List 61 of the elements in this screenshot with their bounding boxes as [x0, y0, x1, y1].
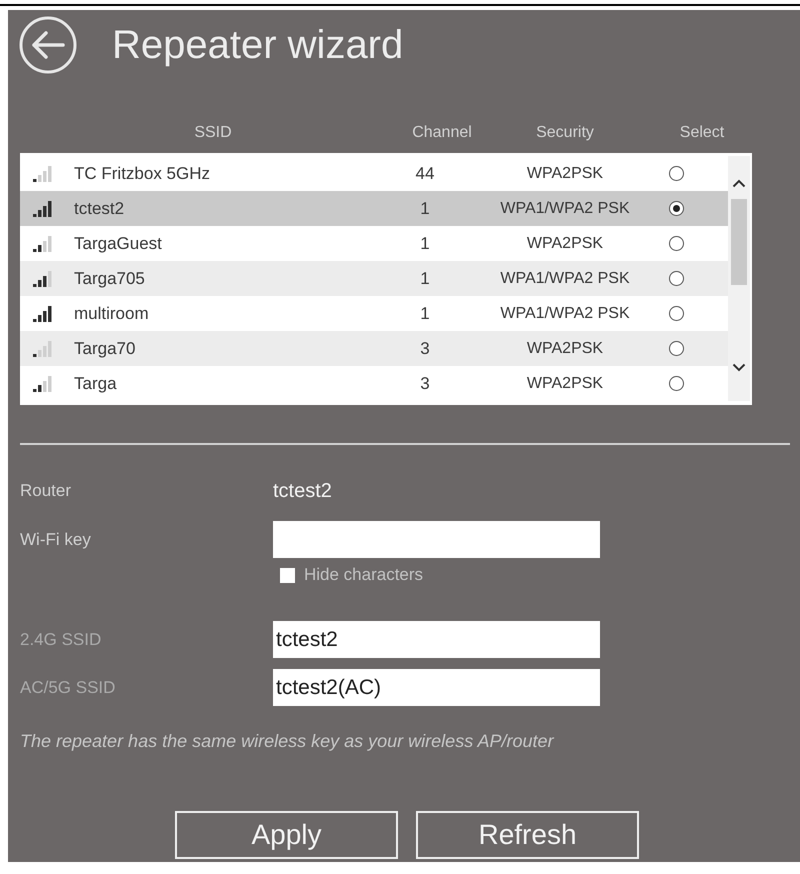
- note-text: The repeater has the same wireless key as your wireless AP/router: [20, 730, 554, 753]
- network-row[interactable]: tctest2 1 WPA1/WPA2 PSK: [20, 191, 728, 226]
- column-header: Channel: [412, 123, 472, 143]
- channel-number: 1: [420, 302, 430, 325]
- column-header: Select: [680, 123, 724, 143]
- action-button[interactable]: Apply: [175, 811, 398, 859]
- security-type: WPA2PSK: [526, 234, 604, 254]
- window-title: Repeater wizard: [112, 25, 404, 65]
- security-type: WPA1/WPA2 PSK: [500, 304, 630, 324]
- network-name: tctest2: [74, 198, 124, 220]
- channel-number: 1: [420, 268, 430, 290]
- signal-bars-icon: [33, 270, 52, 286]
- checkbox[interactable]: [280, 568, 295, 582]
- router-name: tctest2: [273, 479, 332, 504]
- column-header: SSID: [194, 123, 232, 143]
- chevron-up-icon[interactable]: [732, 179, 746, 188]
- network-name: TargaGuest: [74, 232, 162, 255]
- network-name: Targa70: [74, 338, 136, 360]
- radio-button[interactable]: [668, 306, 684, 321]
- security-type: WPA1/WPA2 PSK: [500, 198, 630, 218]
- channel-number: 3: [420, 372, 430, 395]
- signal-bars-icon: [33, 200, 52, 216]
- radio-button[interactable]: [668, 376, 684, 391]
- signal-bars-icon: [33, 236, 52, 252]
- ssid-field[interactable]: tctest2(AC): [273, 669, 600, 706]
- chevron-down-icon[interactable]: [732, 363, 746, 372]
- action-button[interactable]: Refresh: [416, 811, 639, 859]
- field-label: AC/5G SSID: [20, 676, 116, 699]
- channel-number: 44: [416, 162, 434, 185]
- security-type: WPA2PSK: [526, 338, 604, 358]
- left-arrow-circle-icon[interactable]: [19, 16, 77, 74]
- wifi-key-field[interactable]: [273, 521, 600, 558]
- column-header: Security: [536, 123, 594, 143]
- network-row[interactable]: Targa70 3 WPA2PSK: [20, 331, 728, 366]
- signal-bars-icon: [33, 166, 52, 182]
- signal-bars-icon: [33, 376, 52, 392]
- checkbox-label: Hide characters: [304, 564, 424, 586]
- channel-number: 3: [420, 338, 430, 360]
- scrollbar[interactable]: [728, 156, 750, 401]
- channel-number: 1: [420, 198, 430, 220]
- field-label: 2.4G SSID: [20, 628, 102, 651]
- network-name: Targa705: [74, 268, 145, 290]
- radio-button[interactable]: [668, 271, 684, 286]
- network-name: Targa: [74, 372, 117, 395]
- network-name: TC Fritzbox 5GHz: [74, 162, 210, 185]
- radio-button[interactable]: [668, 201, 684, 216]
- signal-bars-icon: [33, 306, 52, 322]
- security-type: WPA2PSK: [526, 164, 604, 184]
- scrollbar-thumb[interactable]: [731, 199, 747, 285]
- security-type: WPA1/WPA2 PSK: [500, 268, 630, 288]
- signal-bars-icon: [33, 340, 52, 356]
- field-label: Wi-Fi key: [20, 528, 91, 551]
- radio-button[interactable]: [668, 166, 684, 181]
- security-type: WPA2PSK: [526, 374, 604, 394]
- channel-number: 1: [420, 232, 430, 255]
- network-name: multiroom: [74, 302, 149, 325]
- radio-button[interactable]: [668, 236, 684, 251]
- network-row[interactable]: Targa705 1 WPA1/WPA2 PSK: [20, 261, 728, 296]
- radio-button[interactable]: [668, 341, 684, 356]
- ssid-field[interactable]: tctest2: [273, 621, 600, 658]
- field-label: Router: [20, 480, 72, 502]
